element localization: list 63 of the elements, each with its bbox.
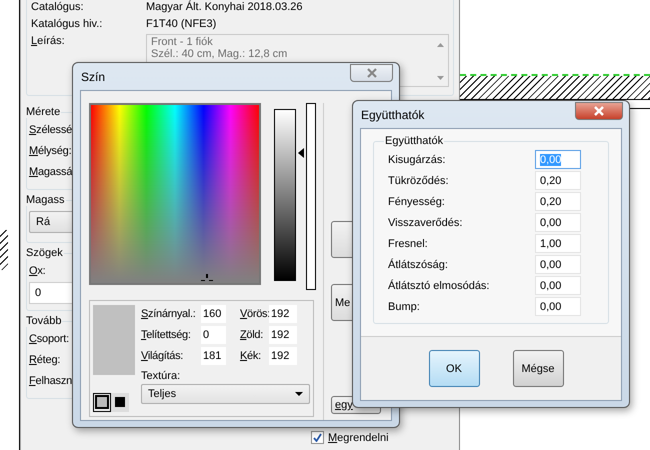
field-label: Catalógus: xyxy=(31,0,85,14)
input-field[interactable]: 0,20 xyxy=(535,192,581,211)
input-field[interactable]: 192 xyxy=(269,305,297,323)
input-field[interactable]: 0,00 xyxy=(535,297,581,316)
field-label: Zöld: xyxy=(239,329,263,341)
input-field[interactable]: 192 xyxy=(269,326,297,344)
group-title: Tovább xyxy=(25,315,62,327)
slider-arrow-icon[interactable] xyxy=(298,148,304,158)
field-label: Tükröződés: xyxy=(388,174,450,186)
dialog-button[interactable]: Mégse xyxy=(512,350,564,387)
close-icon xyxy=(593,106,605,116)
field-label: Ox: xyxy=(29,264,46,279)
filled-square-icon[interactable] xyxy=(111,393,129,412)
field-label: Fényesség: xyxy=(388,196,446,208)
field-label: Átlátsztó elmosódás: xyxy=(388,280,490,292)
group-title: Együtthatók xyxy=(384,135,444,147)
close-button[interactable] xyxy=(575,102,623,120)
color-preview xyxy=(93,305,135,375)
field-label: Csoport: xyxy=(29,332,69,347)
checkbox-label: Megrendelni xyxy=(328,432,389,444)
field-label: Kék: xyxy=(239,350,261,362)
group-title: Mérete xyxy=(25,106,62,118)
close-button[interactable] xyxy=(350,64,393,82)
field-label: Kisugárzás: xyxy=(388,154,446,166)
group-title: Magass xyxy=(25,194,66,206)
field-label: Színárnyal.: xyxy=(141,308,196,320)
field-label: Réteg: xyxy=(29,353,60,368)
field-label: Felhaszn xyxy=(29,374,72,389)
input-field[interactable]: 181 xyxy=(201,347,226,365)
input-field[interactable]: 0,00 xyxy=(535,276,581,295)
color-spectrum[interactable] xyxy=(89,103,261,285)
field-label: Világítás: xyxy=(141,350,184,362)
field-label: Magassá xyxy=(29,165,72,180)
input-field[interactable]: 160 xyxy=(201,305,226,323)
field-label: Visszaverődés: xyxy=(388,216,464,228)
dialog-button[interactable]: OK xyxy=(428,350,480,387)
field-label: Vörös: xyxy=(239,308,270,320)
input-field[interactable]: 192 xyxy=(269,347,297,365)
field-label: Szélessé xyxy=(29,123,72,138)
dropdown-arrow-icon xyxy=(295,392,303,396)
field-label: Textúra: xyxy=(141,370,182,382)
field-label: Bump: xyxy=(388,300,421,312)
outline-square-icon[interactable] xyxy=(93,393,111,412)
crosshair-icon xyxy=(201,274,213,282)
field-label: Mélység: xyxy=(29,144,72,159)
window-title: Szín xyxy=(81,70,106,84)
input-field[interactable]: 0,20 xyxy=(535,171,581,190)
input-field[interactable]: 0 xyxy=(201,326,226,344)
group-title: Szögek xyxy=(25,247,64,259)
input-field[interactable]: 0,00 xyxy=(535,213,581,232)
close-icon xyxy=(366,68,378,78)
field-value: F1T40 (NFE3) xyxy=(146,17,218,31)
field-label: Katalógus hiv.: xyxy=(31,17,104,31)
field-label: Leírás: xyxy=(31,34,66,48)
field-label: Átlátszóság: xyxy=(388,258,449,270)
field-value: Magyar Ált. Konyhai 2018.03.26 xyxy=(146,0,304,14)
input-field[interactable]: 1,00 xyxy=(535,234,581,253)
window-title: Együtthatók xyxy=(361,108,424,122)
input-field[interactable]: 0,00 xyxy=(535,255,581,274)
field-label: Fresnel: xyxy=(388,238,429,250)
dropdown[interactable]: Teljes xyxy=(141,384,310,404)
checkbox[interactable] xyxy=(311,431,324,444)
field-label: Telítettség: xyxy=(141,329,191,341)
